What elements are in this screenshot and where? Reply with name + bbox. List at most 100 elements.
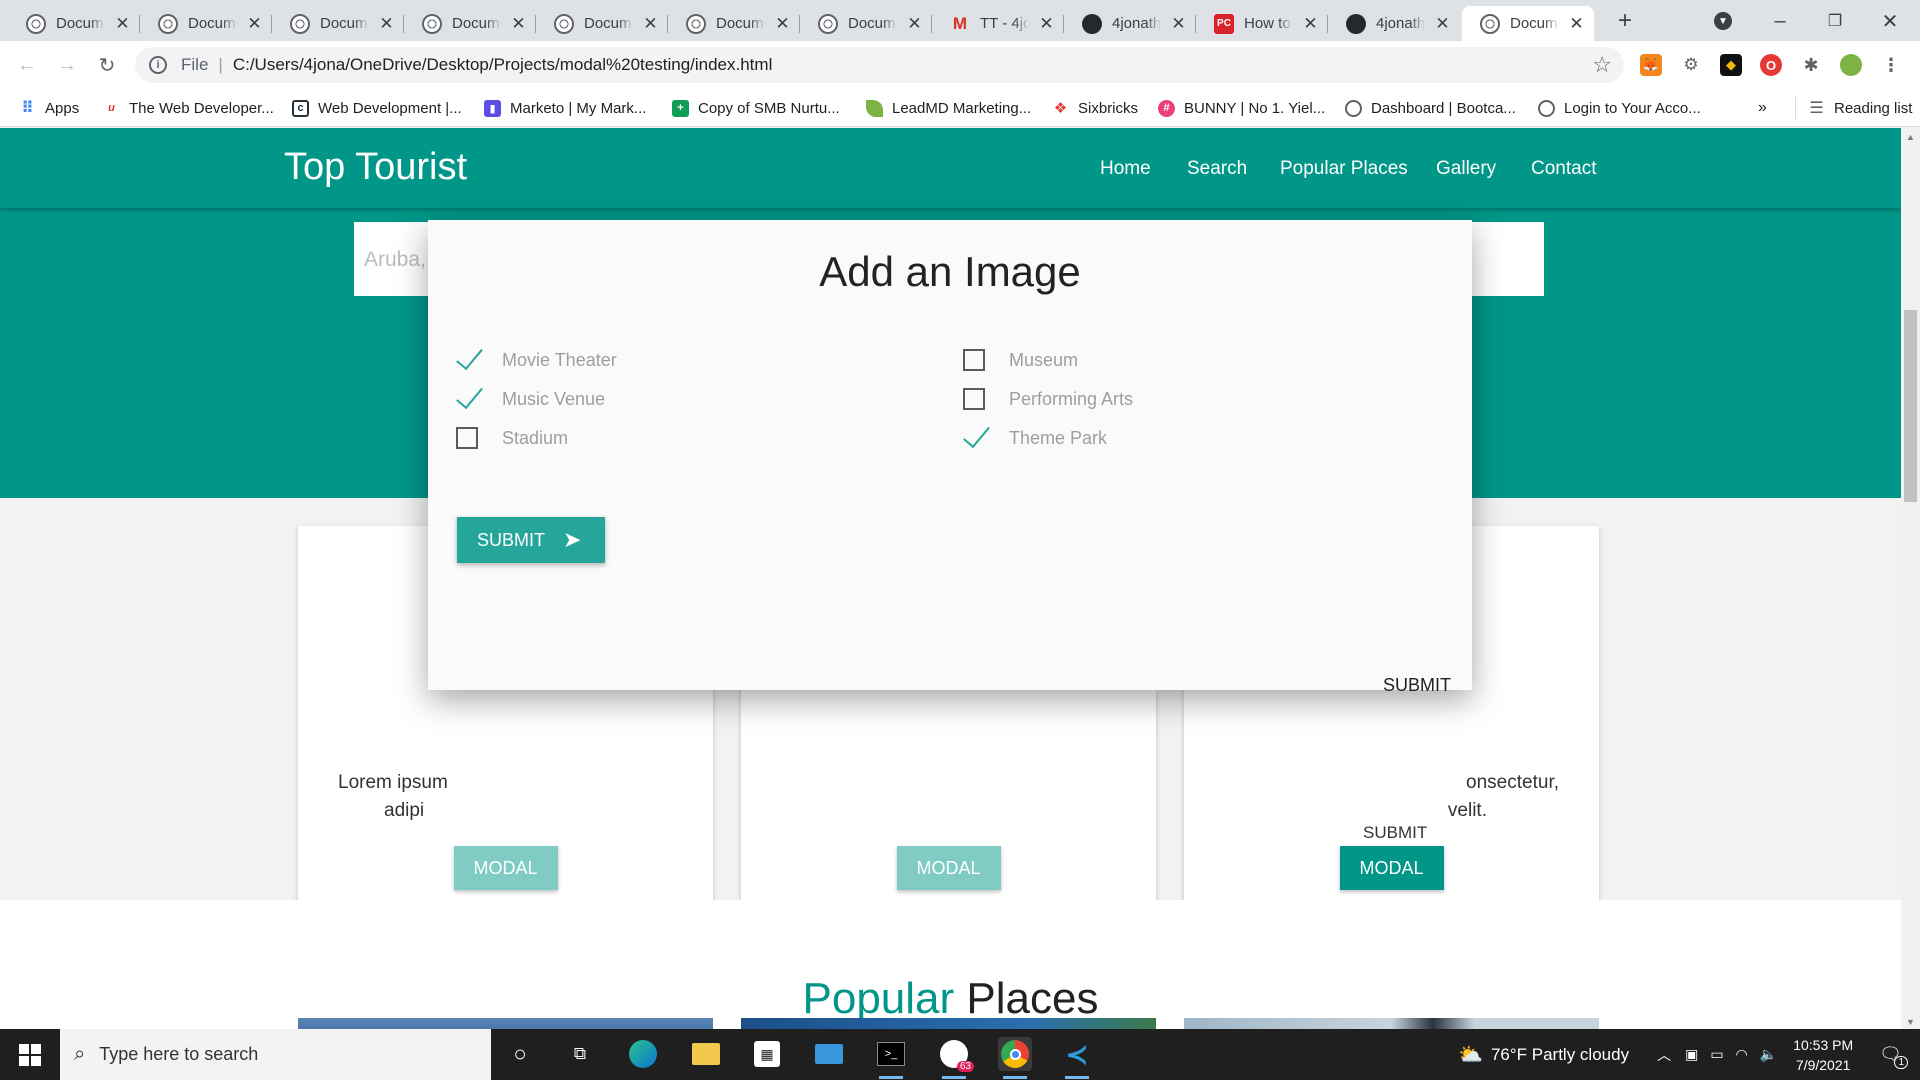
chevron-up-icon[interactable]: ︿ xyxy=(1657,1045,1671,1065)
more-menu-icon[interactable]: ⋮ xyxy=(1880,54,1902,76)
start-button[interactable] xyxy=(0,1029,60,1080)
scroll-up-icon[interactable]: ▲ xyxy=(1906,132,1915,142)
close-icon[interactable]: ✕ xyxy=(247,14,262,34)
nav-link-gallery[interactable]: Gallery xyxy=(1436,158,1496,180)
close-icon[interactable]: ✕ xyxy=(1569,14,1584,34)
address-bar[interactable]: i File | C:/Users/4jona/OneDrive/Desktop… xyxy=(135,47,1624,83)
page-submit-link[interactable]: SUBMIT xyxy=(1363,823,1427,843)
checkbox-checked-icon[interactable] xyxy=(456,349,478,371)
extension-icon[interactable]: ◆ xyxy=(1720,54,1742,76)
address-url[interactable]: C:/Users/4jona/OneDrive/Desktop/Projects… xyxy=(233,55,773,75)
browser-tab[interactable]: Document ✕ xyxy=(536,6,668,41)
checkbox-music-venue[interactable]: Music Venue xyxy=(456,388,605,410)
nav-link-contact[interactable]: Contact xyxy=(1531,158,1596,180)
mail-icon[interactable] xyxy=(812,1037,846,1071)
browser-tab[interactable]: Document ✕ xyxy=(272,6,404,41)
puzzle-icon[interactable]: ✱ xyxy=(1800,54,1822,76)
browser-tab-active[interactable]: Document ✕ xyxy=(1462,6,1594,41)
close-icon[interactable]: ✕ xyxy=(115,14,130,34)
extension-icon[interactable]: ⚙ xyxy=(1680,54,1702,76)
close-icon[interactable]: ✕ xyxy=(511,14,526,34)
bookmark-item[interactable]: LeadMD Marketing... xyxy=(866,97,1031,119)
browser-tab[interactable]: 4jonathan ✕ xyxy=(1064,6,1196,41)
browser-tab[interactable]: Document ✕ xyxy=(800,6,932,41)
bookmark-item[interactable]: + Copy of SMB Nurtu... xyxy=(672,97,840,119)
terminal-icon[interactable]: >_ xyxy=(874,1037,908,1079)
cortana-icon[interactable]: ○ xyxy=(503,1037,537,1071)
checkbox-unchecked-icon[interactable] xyxy=(456,427,478,449)
bookmark-item[interactable]: Dashboard | Bootca... xyxy=(1345,97,1516,119)
checkbox-unchecked-icon[interactable] xyxy=(963,388,985,410)
weather-icon[interactable]: ⛅ xyxy=(1458,1042,1483,1067)
site-brand[interactable]: Top Tourist xyxy=(284,146,467,189)
star-icon[interactable]: ☆ xyxy=(1592,52,1612,78)
slack-icon[interactable]: 63 xyxy=(937,1037,974,1079)
browser-tab[interactable]: Document ✕ xyxy=(140,6,272,41)
close-icon[interactable]: ✕ xyxy=(1303,14,1318,34)
extension-icon[interactable]: O xyxy=(1760,54,1782,76)
bookmark-item[interactable]: ▮ Marketo | My Mark... xyxy=(484,97,646,119)
edge-icon[interactable] xyxy=(626,1037,660,1071)
file-explorer-icon[interactable] xyxy=(689,1037,723,1071)
close-icon[interactable]: ✕ xyxy=(643,14,658,34)
place-image[interactable] xyxy=(741,1018,1156,1029)
close-icon[interactable]: ✕ xyxy=(1039,14,1054,34)
modal-button[interactable]: MODAL xyxy=(896,846,1001,890)
scrollbar-thumb[interactable] xyxy=(1904,310,1917,502)
bookmark-item[interactable]: # BUNNY | No 1. Yiel... xyxy=(1158,97,1325,119)
bookmarks-overflow-button[interactable]: » xyxy=(1758,97,1767,119)
browser-tab[interactable]: M TT - 4jonathan ✕ xyxy=(932,6,1064,41)
modal-button[interactable]: MODAL xyxy=(453,846,558,890)
weather-text[interactable]: 76°F Partly cloudy xyxy=(1491,1045,1629,1065)
nav-link-search[interactable]: Search xyxy=(1187,158,1247,180)
meet-now-icon[interactable]: ▣ xyxy=(1685,1046,1698,1063)
close-icon[interactable]: ✕ xyxy=(379,14,394,34)
volume-icon[interactable]: 🔈 xyxy=(1760,1046,1777,1063)
nav-link-popular-places[interactable]: Popular Places xyxy=(1280,158,1408,180)
scroll-down-icon[interactable]: ▼ xyxy=(1906,1017,1915,1027)
maximize-button[interactable]: ❐ xyxy=(1815,6,1855,36)
new-tab-button[interactable]: + xyxy=(1610,6,1640,36)
close-icon[interactable]: ✕ xyxy=(1435,14,1450,34)
checkbox-unchecked-icon[interactable] xyxy=(963,349,985,371)
close-icon[interactable]: ✕ xyxy=(907,14,922,34)
checkbox-checked-icon[interactable] xyxy=(456,388,478,410)
reload-button[interactable]: ↻ xyxy=(93,51,121,79)
chrome-icon[interactable] xyxy=(998,1037,1032,1079)
browser-tab[interactable]: 4jonathan ✕ xyxy=(1328,6,1460,41)
browser-tab[interactable]: Document ✕ xyxy=(668,6,800,41)
modal-submit-button[interactable]: SUBMIT ➤ xyxy=(457,517,605,563)
close-icon[interactable]: ✕ xyxy=(775,14,790,34)
bookmark-item[interactable]: u The Web Developer... xyxy=(103,97,274,119)
browser-tab[interactable]: PC How to ✕ xyxy=(1196,6,1328,41)
battery-icon[interactable]: ▭ xyxy=(1710,1046,1723,1063)
checkbox-stadium[interactable]: Stadium xyxy=(456,427,568,449)
minimize-button[interactable]: – xyxy=(1760,6,1800,36)
task-view-icon[interactable]: ⧉ xyxy=(563,1037,597,1071)
checkbox-museum[interactable]: Museum xyxy=(963,349,1078,371)
bookmark-item[interactable]: Login to Your Acco... xyxy=(1538,97,1701,119)
close-window-button[interactable]: ✕ xyxy=(1870,6,1910,36)
forward-button[interactable]: → xyxy=(53,51,81,79)
back-button[interactable]: ← xyxy=(13,51,41,79)
bookmark-item[interactable]: c Web Development |... xyxy=(292,97,462,119)
page-scrollbar[interactable]: ▲ ▼ xyxy=(1901,128,1920,1029)
browser-tab[interactable]: Document ✕ xyxy=(404,6,536,41)
checkbox-checked-icon[interactable] xyxy=(963,427,985,449)
avatar[interactable] xyxy=(1840,54,1862,76)
modal-footer-submit-link[interactable]: SUBMIT xyxy=(1383,675,1451,696)
bookmark-apps[interactable]: ⠿ Apps xyxy=(19,97,79,119)
vscode-icon[interactable]: ≺ xyxy=(1060,1037,1094,1079)
checkbox-theme-park[interactable]: Theme Park xyxy=(963,427,1107,449)
nav-link-home[interactable]: Home xyxy=(1100,158,1151,180)
clock[interactable]: 10:53 PM 7/9/2021 xyxy=(1793,1035,1853,1075)
close-icon[interactable]: ✕ xyxy=(1171,14,1186,34)
taskbar-search-input[interactable]: ⌕ Type here to search xyxy=(60,1029,491,1080)
place-image[interactable] xyxy=(1184,1018,1599,1029)
tab-search-button[interactable]: ▼ xyxy=(1708,6,1738,36)
wifi-icon[interactable]: ◠ xyxy=(1736,1046,1748,1063)
modal-button[interactable]: MODAL xyxy=(1339,846,1444,890)
place-image[interactable] xyxy=(298,1018,713,1029)
checkbox-performing-arts[interactable]: Performing Arts xyxy=(963,388,1133,410)
browser-tab[interactable]: Document ✕ xyxy=(8,6,140,41)
